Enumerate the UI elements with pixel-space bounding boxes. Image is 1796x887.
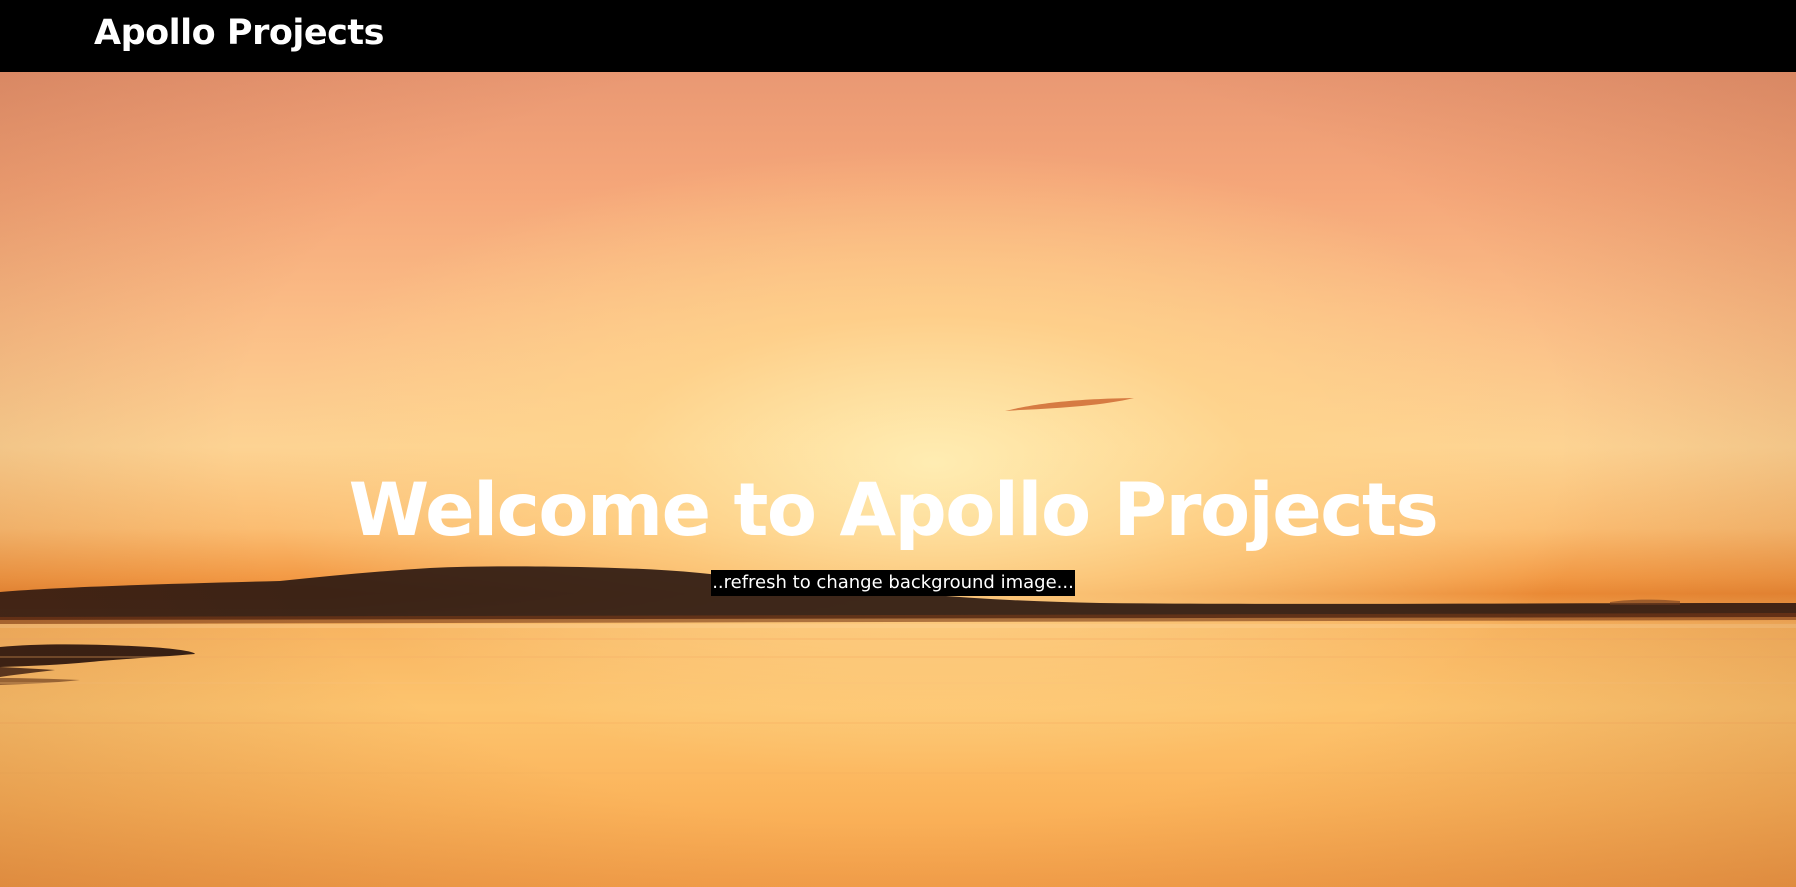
brand-logo-link[interactable]: Apollo Projects [94,15,384,51]
hero-section: Welcome to Apollo Projects ..refresh to … [0,72,1796,887]
hero-subtitle: ..refresh to change background image... [711,570,1075,596]
hero-content: Welcome to Apollo Projects ..refresh to … [0,72,1796,887]
navbar: Apollo Projects [0,0,1796,72]
hero-title: Welcome to Apollo Projects [348,468,1439,553]
hero-subtitle-wrap: ..refresh to change background image... [0,570,1786,596]
